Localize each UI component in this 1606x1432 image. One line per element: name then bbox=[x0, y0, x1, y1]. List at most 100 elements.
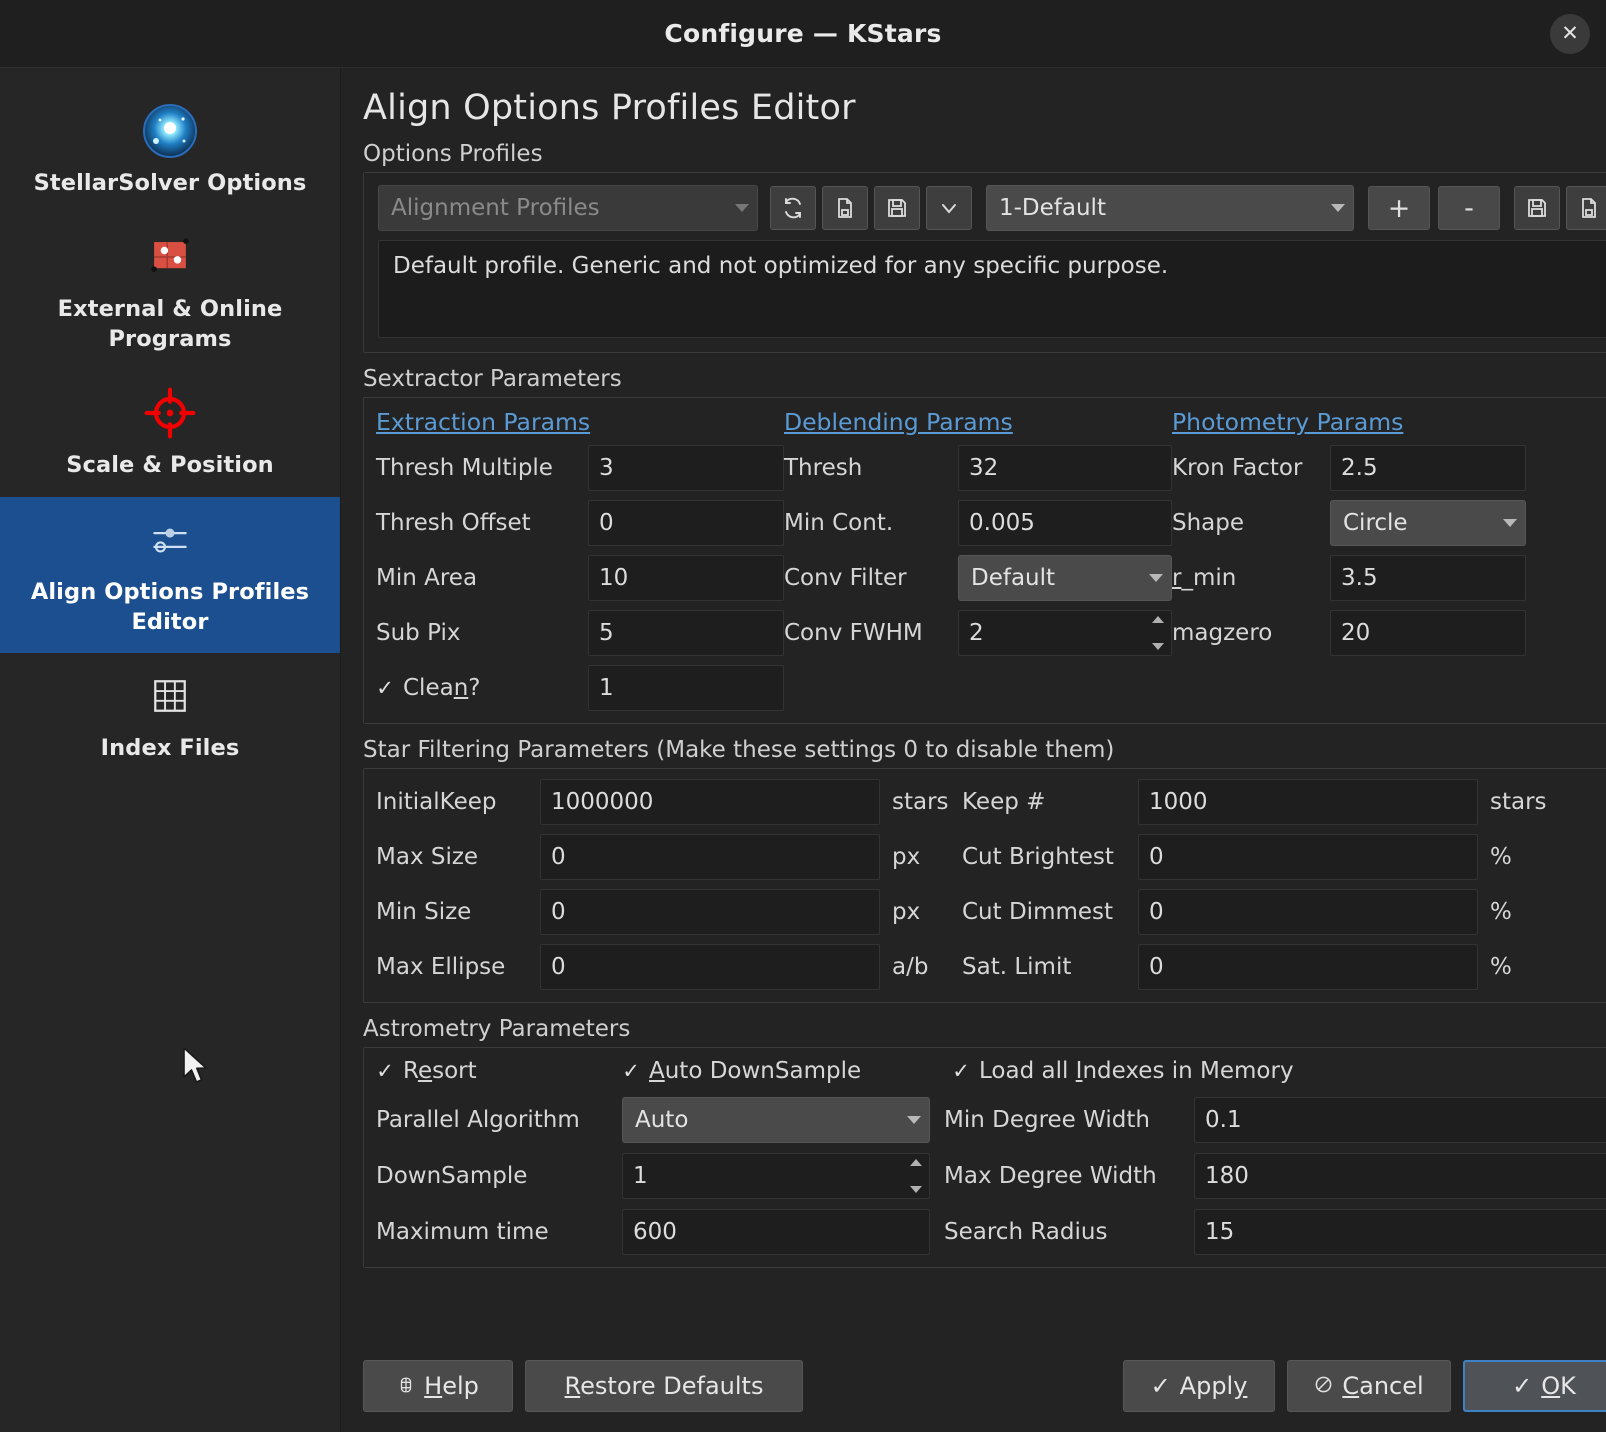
selected-profile-combo[interactable]: 1-Default bbox=[986, 185, 1354, 231]
ok-button[interactable]: ✓ OKOK bbox=[1463, 1360, 1606, 1412]
title-bar: Configure — KStars ✕ bbox=[0, 0, 1606, 68]
conv-fwhm-stepper[interactable] bbox=[1148, 614, 1168, 652]
cut-brightest-input[interactable]: 0 bbox=[1138, 834, 1478, 880]
conv-filter-combo[interactable]: Default bbox=[958, 555, 1172, 601]
dialog-button-bar: HelpHelp Restore DefaultsRestore Default… bbox=[363, 1344, 1606, 1432]
min-size-input[interactable]: 0 bbox=[540, 889, 880, 935]
add-profile-label: + bbox=[1388, 193, 1411, 224]
keep-number-input[interactable]: 1000 bbox=[1138, 779, 1478, 825]
remove-profile-button[interactable]: - bbox=[1438, 186, 1500, 230]
check-icon: ✓ bbox=[376, 1062, 394, 1080]
save-profile-icon[interactable] bbox=[1514, 186, 1560, 230]
load-indexes-label: Load all Indexes in MemoryLoad all Index… bbox=[979, 1058, 1294, 1084]
initialkeep-input[interactable]: 1000000 bbox=[540, 779, 880, 825]
help-label: HelpHelp bbox=[424, 1372, 479, 1400]
save-icon[interactable] bbox=[874, 186, 920, 230]
dialog-frame: StellarSolver Options External & Online … bbox=[0, 68, 1606, 1432]
cut-dimmest-input[interactable]: 0 bbox=[1138, 889, 1478, 935]
max-degree-width-input[interactable]: 180 bbox=[1194, 1153, 1606, 1199]
thresh-offset-input[interactable]: 0 bbox=[588, 500, 784, 546]
r-min-input[interactable]: 3.5 bbox=[1330, 555, 1526, 601]
clean-checkbox[interactable]: ✓ Clean?Clean? bbox=[376, 675, 588, 701]
help-button[interactable]: HelpHelp bbox=[363, 1360, 513, 1412]
min-area-input[interactable]: 10 bbox=[588, 555, 784, 601]
min-cont-label: Min Cont. bbox=[784, 510, 958, 536]
search-radius-input[interactable]: 15 bbox=[1194, 1209, 1606, 1255]
min-cont-input[interactable]: 0.005 bbox=[958, 500, 1172, 546]
max-ellipse-input[interactable]: 0 bbox=[540, 944, 880, 990]
sidebar-item-external-online-programs[interactable]: External & Online Programs bbox=[0, 214, 340, 370]
add-profile-button[interactable]: + bbox=[1368, 186, 1430, 230]
extraction-params-link[interactable]: Extraction Params bbox=[376, 408, 784, 436]
stellarsolver-icon bbox=[10, 100, 330, 162]
remove-profile-label: - bbox=[1464, 193, 1474, 224]
sat-limit-label: Sat. Limit bbox=[956, 954, 1138, 980]
min-size-unit: px bbox=[880, 899, 956, 925]
restore-defaults-button[interactable]: Restore DefaultsRestore Defaults bbox=[525, 1360, 803, 1412]
sub-pix-input[interactable]: 5 bbox=[588, 610, 784, 656]
thresh-multiple-input[interactable]: 3 bbox=[588, 445, 784, 491]
options-profiles-label: Options Profiles bbox=[363, 141, 1606, 167]
thresh-input[interactable]: 32 bbox=[958, 445, 1172, 491]
clean-param-input[interactable]: 1 bbox=[588, 665, 784, 711]
save-as-icon[interactable] bbox=[1566, 186, 1606, 230]
downsample-stepper[interactable] bbox=[906, 1157, 926, 1195]
initialkeep-unit: stars bbox=[880, 789, 956, 815]
resort-checkbox[interactable]: ✓ ResortResort bbox=[376, 1058, 622, 1084]
sidebar-item-label: External & Online Programs bbox=[10, 294, 330, 354]
sat-limit-unit: % bbox=[1478, 954, 1606, 980]
sextractor-grid: Extraction Params Deblending Params Phot… bbox=[376, 408, 1606, 711]
sextractor-label: Sextractor Parameters bbox=[363, 366, 1606, 392]
open-file-icon[interactable] bbox=[822, 186, 868, 230]
kron-factor-input[interactable]: 2.5 bbox=[1330, 445, 1526, 491]
thresh-multiple-label: Thresh Multiple bbox=[376, 455, 588, 481]
sliders-icon bbox=[10, 509, 330, 571]
check-icon: ✓ bbox=[622, 1062, 640, 1080]
maximum-time-label: Maximum time bbox=[376, 1219, 622, 1245]
close-icon[interactable]: ✕ bbox=[1550, 14, 1590, 54]
conv-filter-label: Conv Filter bbox=[784, 565, 958, 591]
photometry-params-link[interactable]: Photometry Params bbox=[1172, 408, 1526, 436]
shape-value: Circle bbox=[1343, 510, 1408, 536]
chevron-down-icon bbox=[1331, 204, 1345, 212]
astrometry-label: Astrometry Parameters bbox=[363, 1016, 1606, 1042]
thresh-label: Thresh bbox=[784, 455, 958, 481]
r-min-label: rr_min_min bbox=[1172, 565, 1330, 591]
sidebar-item-index-files[interactable]: Index Files bbox=[0, 653, 340, 779]
magzero-input[interactable]: 20 bbox=[1330, 610, 1526, 656]
max-size-unit: px bbox=[880, 844, 956, 870]
conv-fwhm-spinbox[interactable]: 2 bbox=[958, 610, 1172, 656]
reload-icon[interactable] bbox=[770, 186, 816, 230]
min-degree-width-label: Min Degree Width bbox=[944, 1107, 1194, 1133]
astrometry-group: ✓ ResortResort ✓ Auto DownSampleAuto Dow… bbox=[363, 1047, 1606, 1268]
sidebar-item-label: StellarSolver Options bbox=[10, 168, 330, 198]
check-icon: ✓ bbox=[1512, 1372, 1532, 1400]
maximum-time-input[interactable]: 600 bbox=[622, 1209, 930, 1255]
sidebar-item-scale-position[interactable]: Scale & Position bbox=[0, 370, 340, 496]
cancel-button[interactable]: CancelCancel bbox=[1287, 1360, 1451, 1412]
sat-limit-input[interactable]: 0 bbox=[1138, 944, 1478, 990]
chevron-down-icon[interactable] bbox=[926, 186, 972, 230]
downsample-spinbox[interactable]: 1 bbox=[622, 1153, 930, 1199]
sidebar-item-align-options-profiles-editor[interactable]: Align Options Profiles Editor bbox=[0, 497, 340, 653]
chevron-down-icon bbox=[735, 204, 749, 212]
conv-filter-value: Default bbox=[971, 565, 1055, 591]
parallel-algorithm-combo[interactable]: Auto bbox=[622, 1097, 930, 1143]
apply-button[interactable]: ✓ ApplyApply bbox=[1123, 1360, 1275, 1412]
profile-type-combo[interactable]: Alignment Profiles bbox=[378, 185, 758, 231]
options-profiles-group: Alignment Profiles bbox=[363, 172, 1606, 353]
downsample-value: 1 bbox=[633, 1163, 648, 1189]
load-indexes-checkbox[interactable]: ✓ Load all Indexes in MemoryLoad all Ind… bbox=[952, 1058, 1294, 1084]
clean-label: Clean?Clean? bbox=[403, 675, 481, 701]
restore-defaults-label: Restore DefaultsRestore Defaults bbox=[565, 1372, 764, 1400]
max-size-input[interactable]: 0 bbox=[540, 834, 880, 880]
sidebar-item-stellarsolver-options[interactable]: StellarSolver Options bbox=[0, 88, 340, 214]
star-filtering-grid: InitialKeep 1000000 stars Keep # 1000 st… bbox=[376, 779, 1606, 990]
star-filtering-label: Star Filtering Parameters (Make these se… bbox=[363, 737, 1606, 763]
check-icon: ✓ bbox=[376, 679, 394, 697]
auto-downsample-checkbox[interactable]: ✓ Auto DownSampleAuto DownSample bbox=[622, 1058, 952, 1084]
sextractor-group: Extraction Params Deblending Params Phot… bbox=[363, 397, 1606, 724]
deblending-params-link[interactable]: Deblending Params bbox=[784, 408, 1172, 436]
min-degree-width-input[interactable]: 0.1 bbox=[1194, 1097, 1606, 1143]
shape-combo[interactable]: Circle bbox=[1330, 500, 1526, 546]
